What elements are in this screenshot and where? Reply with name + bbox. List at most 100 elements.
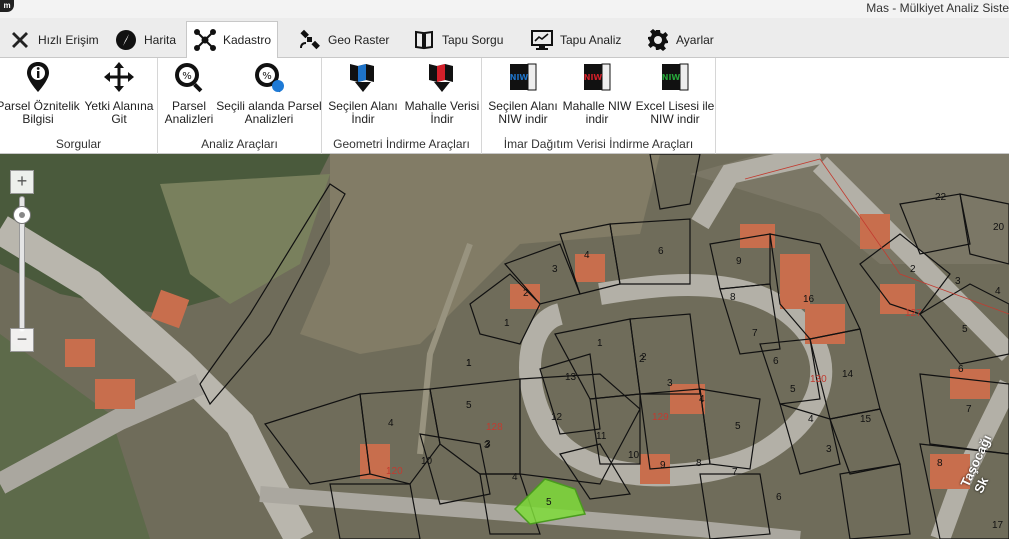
tab-label: Hızlı Erişim bbox=[38, 32, 99, 47]
tab-tapu-analiz[interactable]: Tapu Analiz bbox=[524, 21, 627, 58]
parcel-label: 9 bbox=[660, 460, 666, 471]
secilen-alani-indir-button[interactable]: Seçilen Alanı İndir bbox=[324, 60, 402, 126]
parcel-label: 6 bbox=[658, 246, 664, 257]
parcel-label: 5 bbox=[546, 497, 552, 508]
group-label: Analiz Araçları bbox=[201, 137, 278, 151]
yetki-alanina-git-button[interactable]: Yetki Alanına Git bbox=[80, 60, 158, 126]
compass-icon bbox=[116, 29, 136, 50]
group-imar: NIW Seçilen Alanı NIW indir NIW Mahalle … bbox=[482, 58, 716, 154]
tab-label: Tapu Analiz bbox=[560, 32, 622, 47]
block-number: 120 bbox=[386, 466, 403, 477]
block-number: 130 bbox=[810, 374, 827, 385]
parcel-analysis-icon: % bbox=[175, 63, 203, 93]
group-label: Sorgular bbox=[55, 137, 102, 151]
group-analiz: % Parsel Analizleri % Seçili alanda Pars… bbox=[158, 58, 322, 154]
zoom-in-button[interactable]: + bbox=[10, 170, 34, 194]
block-number: 129 bbox=[652, 412, 669, 423]
parcel-label: 6 bbox=[773, 356, 779, 367]
parcel-label: 22 bbox=[935, 192, 947, 203]
parcel-label: 10 bbox=[628, 450, 640, 461]
svg-text:NIW: NIW bbox=[662, 73, 681, 82]
parcel-label: 4 bbox=[388, 418, 394, 429]
button-label: Excel Lisesi ile NIW indir bbox=[635, 99, 715, 126]
monitor-chart-icon bbox=[531, 29, 553, 50]
tab-hizli-erisim[interactable]: Hızlı Erişim bbox=[2, 21, 105, 58]
niw-red-icon: NIW bbox=[584, 63, 611, 91]
parcel-label: 1 bbox=[504, 318, 510, 329]
parcel-label: 4 bbox=[512, 472, 518, 483]
secili-alanda-parsel-button[interactable]: % Seçili alanda Parsel Analizleri bbox=[216, 60, 322, 126]
parcel-label: 12 bbox=[551, 412, 563, 423]
group-label: İmar Dağıtım Verisi İndirme Araçları bbox=[503, 137, 694, 151]
parcel-label: 10 bbox=[421, 456, 433, 467]
parcel-label: 4 bbox=[808, 414, 814, 425]
parcel-label: 5 bbox=[962, 324, 968, 335]
parcel-label: 1 bbox=[466, 358, 472, 369]
parcel-label: 5 bbox=[735, 421, 741, 432]
parcel-label: 5 bbox=[790, 384, 796, 395]
parcel-label: 6 bbox=[958, 364, 964, 375]
niw-green-icon: NIW bbox=[662, 63, 689, 91]
info-pin-icon bbox=[27, 62, 49, 92]
parcel-label: 4 bbox=[699, 394, 705, 405]
secilen-alani-niw-button[interactable]: NIW Seçilen Alanı NIW indir bbox=[486, 60, 560, 126]
parcel-label: 3 bbox=[484, 440, 490, 451]
tab-label: Geo Raster bbox=[328, 32, 390, 47]
parcel-label: 7 bbox=[752, 328, 758, 339]
zoom-control: + − bbox=[10, 170, 34, 352]
button-label: Mahalle Verisi İndir bbox=[404, 99, 480, 126]
parcel-label: 2 bbox=[910, 264, 916, 275]
ribbon: Parsel Öznitelik Bilgisi Yetki Alanına G… bbox=[0, 58, 1009, 154]
app-logo: m bbox=[0, 0, 14, 12]
parcel-label: 3 bbox=[826, 444, 832, 455]
mahalle-niw-button[interactable]: NIW Mahalle NIW indir bbox=[560, 60, 634, 126]
parcel-label: 1 bbox=[597, 338, 603, 349]
block-number: 127 bbox=[905, 308, 922, 319]
download-map-blue-icon bbox=[350, 64, 374, 92]
parcel-label: 14 bbox=[842, 369, 854, 380]
parcel-label: 11 bbox=[596, 431, 607, 442]
button-label: Parsel Öznitelik Bilgisi bbox=[0, 99, 80, 126]
button-label: Seçilen Alanı NIW indir bbox=[488, 99, 558, 126]
zoom-out-button[interactable]: − bbox=[10, 328, 34, 352]
parcel-label: 17 bbox=[992, 520, 1004, 531]
tab-geo-raster[interactable]: Geo Raster bbox=[292, 21, 395, 58]
group-sorgular: Parsel Öznitelik Bilgisi Yetki Alanına G… bbox=[0, 58, 158, 154]
parcel-label: 3 bbox=[552, 264, 558, 275]
tab-harita[interactable]: Harita bbox=[108, 21, 182, 58]
mahalle-verisi-indir-button[interactable]: Mahalle Verisi İndir bbox=[402, 60, 482, 126]
parcel-label: 15 bbox=[860, 414, 872, 425]
excel-niw-button[interactable]: NIW Excel Lisesi ile NIW indir bbox=[634, 60, 716, 126]
parcel-label: 2 bbox=[523, 288, 529, 299]
button-label: Seçili alanda Parsel Analizleri bbox=[216, 99, 322, 126]
parcel-label: 5 bbox=[466, 400, 472, 411]
svg-text:%: % bbox=[182, 71, 192, 82]
tab-label: Tapu Sorgu bbox=[442, 32, 504, 47]
parcel-label: 20 bbox=[993, 222, 1005, 233]
parcel-label: 13 bbox=[565, 372, 577, 383]
tab-label: Harita bbox=[144, 32, 177, 47]
area-analysis-icon: % bbox=[255, 63, 284, 93]
window-title: Mas - Mülkiyet Analiz Siste bbox=[866, 1, 1009, 15]
parsel-oznitelik-button[interactable]: Parsel Öznitelik Bilgisi bbox=[0, 60, 82, 126]
map-view[interactable]: 1 2 3 4 6 9 8 7 1 6 6 5 14 15 4 3 1 2 3 4… bbox=[0, 154, 1009, 539]
gear-icon bbox=[648, 28, 668, 51]
parcel-label: 7 bbox=[732, 467, 738, 478]
tab-kadastro[interactable]: Kadastro bbox=[186, 21, 279, 59]
satellite-imagery bbox=[0, 154, 1009, 539]
parcel-label: 8 bbox=[937, 458, 943, 469]
group-geometri: Seçilen Alanı İndir Mahalle Verisi İndir… bbox=[322, 58, 482, 154]
parcel-label: 4 bbox=[584, 250, 590, 261]
svg-text:NIW: NIW bbox=[510, 73, 529, 82]
tab-bar: Hızlı Erişim Harita Kadastro Geo Raster … bbox=[0, 18, 1009, 59]
tab-ayarlar[interactable]: Ayarlar bbox=[640, 21, 720, 58]
parcel-label: 7 bbox=[966, 404, 972, 415]
title-bar: m Mas - Mülkiyet Analiz Siste bbox=[0, 0, 1009, 18]
tab-tapu-sorgu[interactable]: Tapu Sorgu bbox=[406, 21, 509, 58]
parcel-label: 3 bbox=[955, 276, 961, 287]
network-icon bbox=[194, 29, 216, 51]
zoom-slider-thumb[interactable] bbox=[13, 206, 31, 224]
svg-text:NIW: NIW bbox=[584, 73, 603, 82]
parsel-analizleri-button[interactable]: % Parsel Analizleri bbox=[160, 60, 218, 126]
button-label: Yetki Alanına Git bbox=[84, 99, 154, 126]
